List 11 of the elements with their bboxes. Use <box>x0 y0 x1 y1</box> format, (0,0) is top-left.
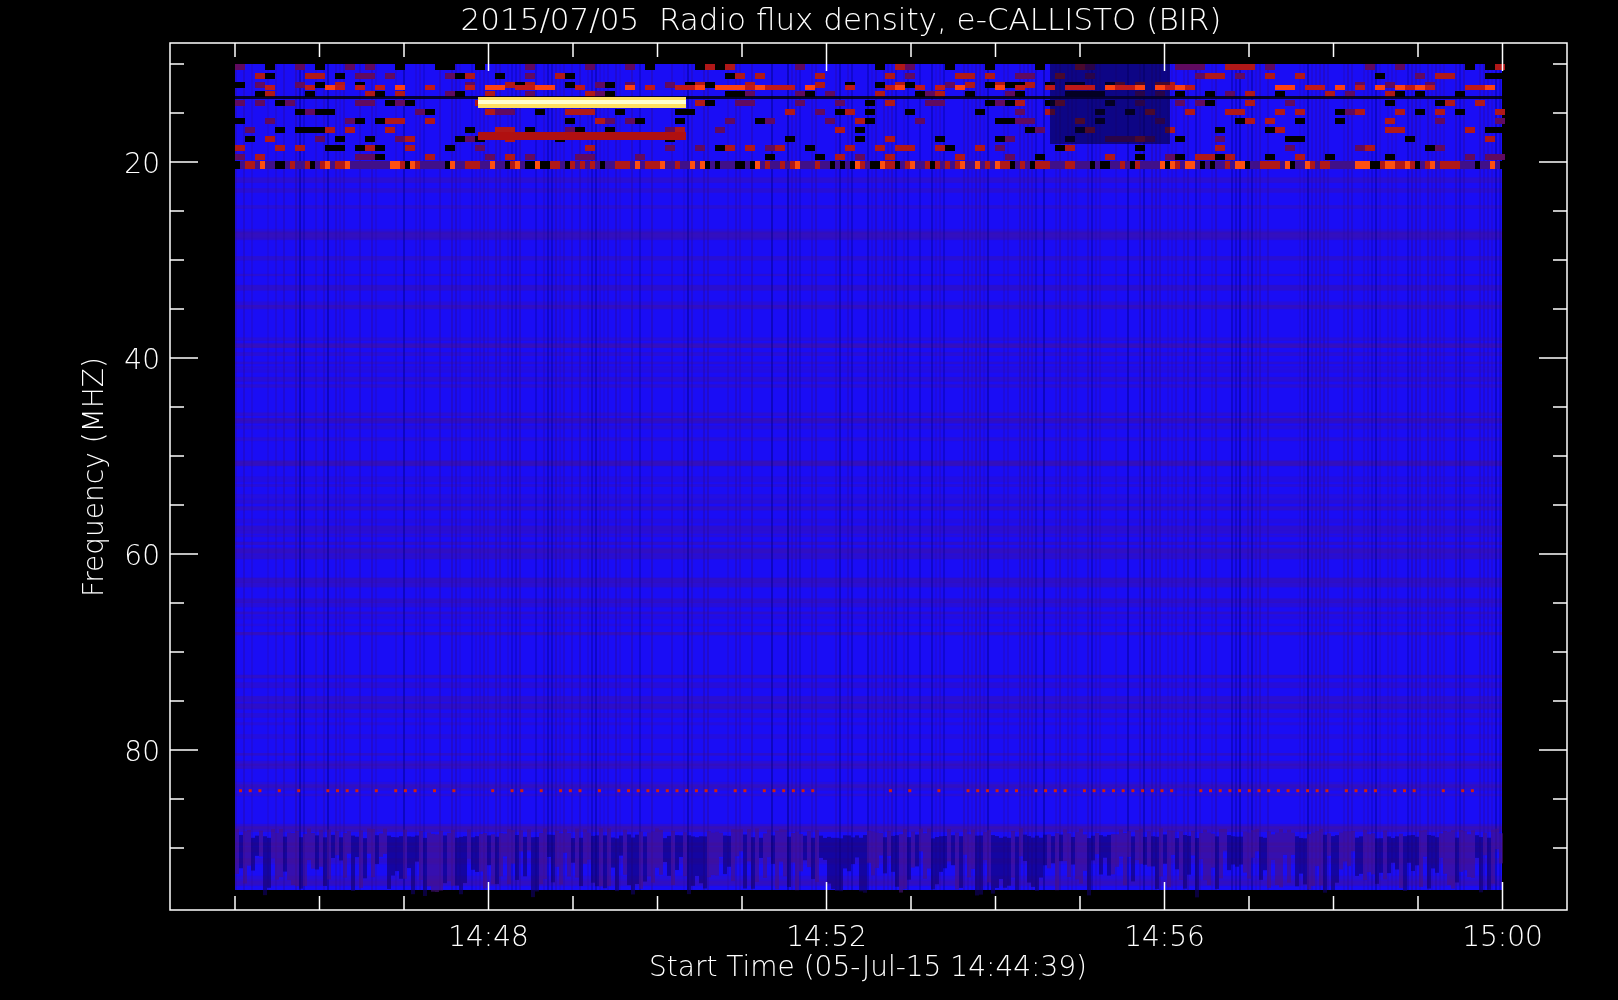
x-tick-label: 14:48 <box>448 920 529 953</box>
y-axis-label: Frequency (MHZ) <box>77 357 110 597</box>
x-tick-label: 14:56 <box>1124 920 1205 953</box>
x-tick-label: 14:52 <box>786 920 867 953</box>
y-tick-label: 60 <box>124 539 160 572</box>
y-tick-label: 40 <box>124 343 160 376</box>
chart-title: 2015/07/05 Radio flux density, e-CALLISTO (BIR) <box>460 1 1222 37</box>
x-tick-label: 15:00 <box>1462 920 1543 953</box>
y-tick-label: 80 <box>124 735 160 768</box>
y-tick-label: 20 <box>124 147 160 180</box>
x-axis-label: Start Time (05-Jul-15 14:44:39) <box>649 950 1087 983</box>
